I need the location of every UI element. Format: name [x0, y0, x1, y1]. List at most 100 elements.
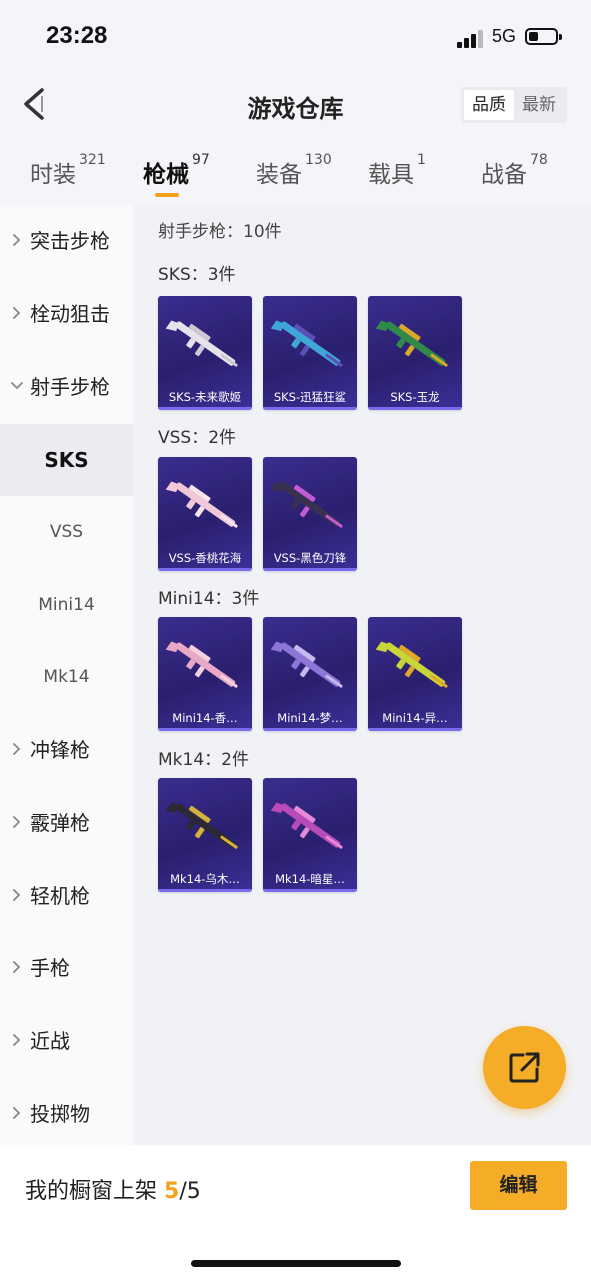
tab-count: 1 [417, 152, 426, 168]
weapon-card[interactable]: Mini14-异… [368, 617, 462, 731]
weapon-card[interactable]: Mini14-香… [158, 617, 252, 731]
weapon-name: Mk14-暗星… [275, 872, 345, 886]
chevron-right-icon [13, 1034, 21, 1046]
sidebar-item-marksman-rifle[interactable]: 射手步枪 [0, 351, 133, 423]
sidebar-item-shotgun[interactable]: 霰弹枪 [0, 787, 133, 859]
weapon-name: Mini14-梦… [277, 711, 343, 725]
sidebar-item-pistol[interactable]: 手枪 [0, 932, 133, 1004]
weapon-image [270, 320, 343, 367]
weapon-image [270, 802, 343, 849]
chevron-right-icon [13, 234, 21, 246]
back-button[interactable] [18, 86, 58, 126]
weapon-name: VSS-香桃花海 [168, 551, 242, 565]
weapon-card[interactable]: Mini14-梦… [263, 617, 357, 731]
rarity-bar [263, 407, 357, 410]
showcase-label: 我的橱窗上架 [25, 1179, 158, 1204]
weapon-name: Mini14-香… [172, 711, 238, 725]
weapon-card[interactable]: VSS-香桃花海 [158, 457, 252, 571]
showcase-status: 我的橱窗上架 5/5 [25, 1173, 201, 1205]
weapon-name: Mini14-异… [382, 711, 448, 725]
sidebar-item-lmg[interactable]: 轻机枪 [0, 860, 133, 932]
rarity-bar [158, 568, 252, 571]
weapon-image [375, 641, 448, 688]
tab-supplies[interactable]: 战备78 [481, 152, 548, 191]
chevron-right-icon [13, 307, 21, 319]
tab-vehicles[interactable]: 载具1 [368, 152, 426, 191]
home-indicator [191, 1260, 401, 1267]
sort-toggle: 品质 最新 [461, 87, 567, 123]
weapon-card[interactable]: SKS-迅猛狂鲨 [263, 296, 357, 410]
weapon-image [270, 481, 343, 528]
tab-fashion[interactable]: 时装321 [30, 152, 106, 191]
weapon-image [165, 481, 238, 528]
weapon-image [165, 641, 238, 688]
sidebar-item-label: 冲锋枪 [30, 738, 90, 762]
edit-button[interactable]: 编辑 [470, 1161, 567, 1210]
chevron-right-icon [13, 961, 21, 973]
sidebar-item-label: 霰弹枪 [30, 811, 90, 835]
sidebar-subitem-vss[interactable]: VSS [0, 496, 133, 568]
weapon-card[interactable]: Mk14-暗星… [263, 778, 357, 892]
sidebar-item-label: 近战 [30, 1029, 70, 1053]
tab-label: 装备 [256, 162, 302, 188]
sort-quality-button[interactable]: 品质 [464, 90, 514, 120]
sidebar-subitem-mini14[interactable]: Mini14 [0, 569, 133, 641]
network-label: 5G [492, 26, 517, 46]
signal-icon [457, 30, 483, 48]
chevron-left-icon [24, 88, 44, 120]
tab-count: 321 [79, 152, 106, 168]
share-icon [509, 1052, 540, 1083]
group-title-mk14: Mk14：2件 [158, 750, 249, 770]
weapon-image [270, 641, 343, 688]
tab-label: 时装 [30, 162, 76, 188]
sidebar-item-label: 突击步枪 [30, 229, 110, 253]
weapon-card[interactable]: SKS-未来歌姬 [158, 296, 252, 410]
category-count: 射手步枪：10件 [158, 222, 282, 242]
chevron-down-icon [11, 382, 23, 390]
weapon-name: VSS-黑色刀锋 [273, 551, 347, 565]
active-tab-indicator [155, 193, 179, 197]
status-bar: 23:28 5G [0, 0, 591, 75]
tab-label: 枪械 [143, 162, 189, 188]
weapon-card[interactable]: VSS-黑色刀锋 [263, 457, 357, 571]
group-title-mini14: Mini14：3件 [158, 589, 260, 609]
sidebar-subitem-mk14[interactable]: Mk14 [0, 641, 133, 713]
sidebar-subitem-sks[interactable]: SKS [0, 424, 133, 496]
tab-count: 97 [192, 152, 210, 168]
weapon-image [165, 802, 238, 849]
sidebar-item-label: 轻机枪 [30, 884, 90, 908]
sidebar-item-throwable[interactable]: 投掷物 [0, 1078, 133, 1150]
battery-icon [525, 28, 562, 45]
tab-equipment[interactable]: 装备130 [256, 152, 332, 191]
status-time: 23:28 [46, 22, 108, 49]
rarity-bar [158, 407, 252, 410]
rarity-bar [158, 728, 252, 731]
weapon-card[interactable]: Mk14-乌木… [158, 778, 252, 892]
sidebar-item-smg[interactable]: 冲锋枪 [0, 714, 133, 786]
group-title-sks: SKS：3件 [158, 265, 236, 285]
share-button[interactable] [483, 1026, 566, 1109]
weapon-name: SKS-未来歌姬 [168, 390, 242, 404]
sidebar-item-label: 栓动狙击 [30, 302, 110, 326]
sidebar-item-label: 投掷物 [30, 1102, 90, 1126]
tab-label: 载具 [368, 162, 414, 188]
sort-latest-button[interactable]: 最新 [514, 90, 564, 120]
weapon-image [375, 320, 448, 367]
showcase-total: /5 [179, 1179, 201, 1204]
rarity-bar [263, 728, 357, 731]
sidebar-item-assault-rifle[interactable]: 突击步枪 [0, 205, 133, 277]
sidebar-item-bolt-sniper[interactable]: 栓动狙击 [0, 278, 133, 350]
tab-guns[interactable]: 枪械97 [143, 152, 210, 191]
rarity-bar [368, 407, 462, 410]
chevron-right-icon [13, 816, 21, 828]
sidebar-item-label: 射手步枪 [30, 375, 110, 399]
chevron-right-icon [13, 743, 21, 755]
tab-label: 战备 [481, 162, 527, 188]
sidebar-item-label: 手枪 [30, 956, 70, 980]
weapon-card[interactable]: SKS-玉龙 [368, 296, 462, 410]
sidebar-item-melee[interactable]: 近战 [0, 1005, 133, 1077]
tab-count: 130 [305, 152, 332, 168]
group-title-vss: VSS：2件 [158, 428, 237, 448]
showcase-current-count: 5 [164, 1179, 180, 1204]
rarity-bar [263, 568, 357, 571]
